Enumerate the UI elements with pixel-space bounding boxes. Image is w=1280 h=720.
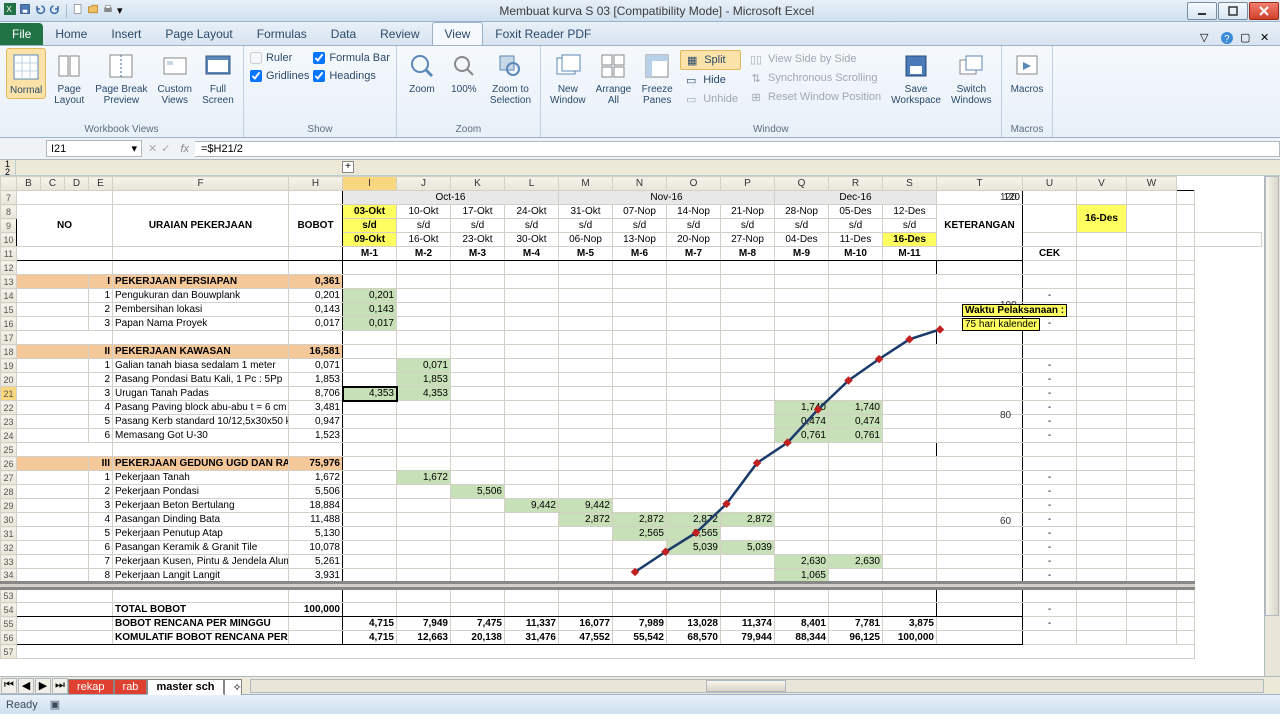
outline-levels[interactable]: 12	[0, 160, 16, 175]
sheet-nav-last[interactable]: ⏭	[52, 678, 68, 694]
sheet-nav-first[interactable]: ⏮	[1, 678, 17, 694]
save-icon[interactable]	[19, 3, 31, 18]
formula-bar: I21▾ ✕ ✓ fx =$H21/2	[0, 138, 1280, 160]
group-zoom: Zoom	[403, 122, 534, 137]
hide-button[interactable]: ▭Hide	[680, 71, 741, 89]
new-sheet-button[interactable]: ✧	[224, 679, 242, 695]
ruler-checkbox[interactable]: Ruler	[250, 52, 309, 64]
gridlines-checkbox[interactable]: Gridlines	[250, 70, 309, 82]
undo-icon[interactable]	[34, 3, 46, 18]
formulabar-checkbox[interactable]: Formula Bar	[313, 52, 390, 64]
tab-data[interactable]: Data	[319, 23, 368, 45]
zoom-button[interactable]: Zoom	[403, 48, 441, 97]
svg-text:X: X	[6, 5, 12, 14]
sheet-nav-prev[interactable]: ◀	[18, 678, 34, 694]
freeze-panes-button[interactable]: Freeze Panes	[638, 48, 676, 108]
pagebreak-view-button[interactable]: Page Break Preview	[92, 48, 150, 108]
fullscreen-button[interactable]: Full Screen	[199, 48, 237, 108]
custom-views-button[interactable]: Custom Views	[155, 48, 195, 108]
vertical-scrollbar[interactable]	[1264, 176, 1280, 676]
quick-access-toolbar: X ▾	[0, 3, 127, 18]
outline-bar: 12 +	[0, 160, 1280, 176]
formula-input[interactable]: =$H21/2	[195, 141, 1280, 157]
fx-icon[interactable]: fx	[180, 143, 189, 155]
group-show: Show	[250, 122, 390, 137]
normal-view-button[interactable]: Normal	[6, 48, 46, 99]
tab-review[interactable]: Review	[368, 23, 431, 45]
status-ready: Ready	[6, 699, 38, 711]
file-tab[interactable]: File	[0, 23, 43, 45]
tab-view[interactable]: View	[432, 22, 484, 45]
sheet-nav-next[interactable]: ▶	[35, 678, 51, 694]
group-window: Window	[547, 122, 995, 137]
headings-checkbox[interactable]: Headings	[313, 70, 390, 82]
minimize-button[interactable]	[1187, 2, 1217, 20]
outline-expand-icon[interactable]: +	[342, 161, 354, 173]
ribbon: Normal Page Layout Page Break Preview Cu…	[0, 46, 1280, 138]
unhide-button[interactable]: ▭Unhide	[680, 90, 741, 108]
sheet-tab-rab[interactable]: rab	[114, 679, 148, 694]
maximize-button[interactable]	[1218, 2, 1248, 20]
zoom-selection-button[interactable]: Zoom to Selection	[487, 48, 534, 108]
status-bar: Ready ▣	[0, 694, 1280, 714]
new-window-button[interactable]: New Window	[547, 48, 589, 108]
enter-icon[interactable]: ✓	[161, 142, 170, 155]
pagelayout-view-button[interactable]: Page Layout	[50, 48, 88, 108]
window-title: Membuat kurva S 03 [Compatibility Mode] …	[127, 4, 1187, 18]
tab-home[interactable]: Home	[43, 23, 99, 45]
zoom100-button[interactable]: 100%	[445, 48, 483, 97]
horizontal-scrollbar[interactable]	[250, 679, 1264, 693]
tab-insert[interactable]: Insert	[99, 23, 153, 45]
tab-pagelayout[interactable]: Page Layout	[153, 23, 244, 45]
close-workbook-icon[interactable]: ✕	[1260, 31, 1274, 45]
save-workspace-button[interactable]: Save Workspace	[888, 48, 944, 108]
minimize-ribbon-icon[interactable]: ▽	[1200, 31, 1214, 45]
quickprint-icon[interactable]	[102, 3, 114, 18]
tab-foxit[interactable]: Foxit Reader PDF	[483, 23, 603, 45]
name-box[interactable]: I21▾	[46, 140, 142, 157]
sync-scroll-button[interactable]: ⇅Synchronous Scrolling	[745, 69, 884, 87]
sheet-tab-bar: ⏮ ◀ ▶ ⏭ rekap rab master sch ✧	[0, 676, 1280, 694]
sheet-tab-rekap[interactable]: rekap	[68, 679, 114, 694]
cancel-icon[interactable]: ✕	[148, 142, 157, 155]
help-icon[interactable]: ?	[1220, 31, 1234, 45]
axis-60: 60	[1000, 516, 1011, 527]
side-by-side-button[interactable]: ▯▯View Side by Side	[745, 50, 884, 68]
grid-area[interactable]: BCDEFHIJKLMNOPQRSTUVW 7Oct-16Nov-16Dec-1…	[0, 176, 1280, 676]
macro-record-icon[interactable]: ▣	[50, 698, 60, 711]
excel-icon: X	[4, 3, 16, 18]
svg-text:?: ?	[1224, 34, 1230, 45]
titlebar: X ▾ Membuat kurva S 03 [Compatibility Mo…	[0, 0, 1280, 22]
ribbon-tabs: File Home Insert Page Layout Formulas Da…	[0, 22, 1280, 46]
axis-80: 80	[1000, 410, 1011, 421]
arrange-all-button[interactable]: Arrange All	[593, 48, 635, 108]
new-icon[interactable]	[72, 3, 84, 18]
close-button[interactable]	[1249, 2, 1279, 20]
tab-formulas[interactable]: Formulas	[245, 23, 319, 45]
restore-window-icon[interactable]: ▢	[1240, 31, 1254, 45]
waktu-pelaksanaan-label: Waktu Pelaksanaan :	[962, 304, 1067, 317]
axis-120: 120	[1000, 192, 1017, 203]
group-workbook-views: Workbook Views	[6, 122, 237, 137]
open-icon[interactable]	[87, 3, 99, 18]
reset-position-button[interactable]: ⊞Reset Window Position	[745, 88, 884, 106]
waktu-pelaksanaan-value: 75 hari kalender	[962, 318, 1040, 331]
split-button[interactable]: ▦Split	[680, 50, 741, 70]
redo-icon[interactable]	[49, 3, 61, 18]
macros-button[interactable]: Macros	[1008, 48, 1047, 97]
switch-windows-button[interactable]: Switch Windows	[948, 48, 995, 108]
group-macros: Macros	[1008, 122, 1047, 137]
qat-dropdown-icon[interactable]: ▾	[117, 4, 123, 17]
sheet-tab-master[interactable]: master sch	[147, 679, 223, 695]
